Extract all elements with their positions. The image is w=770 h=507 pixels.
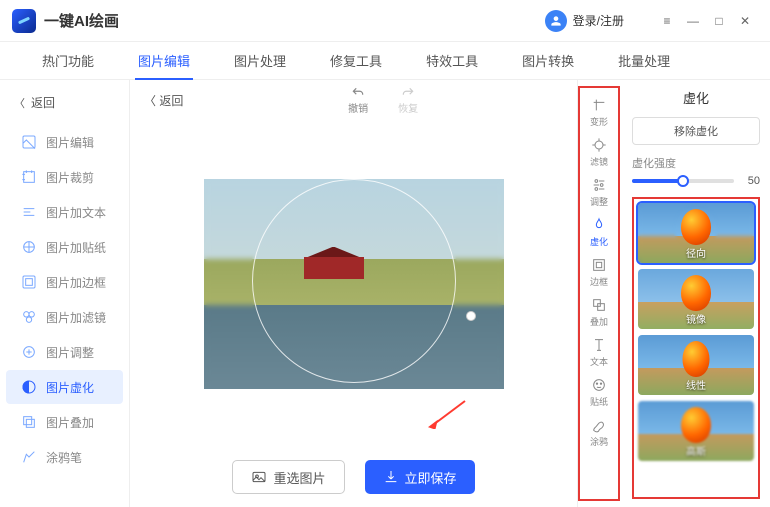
tab-6[interactable]: 批量处理 [596,42,692,80]
tab-5[interactable]: 图片转换 [500,42,596,80]
sidebar-item-5[interactable]: 图片加滤镜 [6,300,123,334]
tool-8[interactable]: 涂鸦 [582,414,616,451]
sidebar-icon [20,238,38,256]
tab-4[interactable]: 特效工具 [404,42,500,80]
close-icon[interactable]: ✕ [732,8,758,34]
tool-2[interactable]: 调整 [582,174,616,211]
tool-4[interactable]: 边框 [582,254,616,291]
sidebar-icon [20,343,38,361]
preset-3[interactable]: 高斯 [638,401,754,461]
sidebar-back[interactable]: 〈返回 [0,88,129,117]
sidebar-icon [20,413,38,431]
tool-6[interactable]: 文本 [582,334,616,371]
maximize-icon[interactable]: □ [706,8,732,34]
tool-3[interactable]: 虚化 [582,214,616,251]
reselect-button[interactable]: 重选图片 [232,460,344,494]
tool-7[interactable]: 贴纸 [582,374,616,411]
sidebar-item-3[interactable]: 图片加贴纸 [6,230,123,264]
annotation-arrow [427,399,467,429]
remove-blur-button[interactable]: 移除虚化 [632,117,760,145]
app-title: 一键AI绘画 [44,10,545,31]
blur-intensity-slider[interactable] [632,179,734,183]
sidebar-icon [20,133,38,151]
slider-value: 50 [740,175,760,187]
sidebar-item-9[interactable]: 涂鸦笔 [6,440,123,474]
app-logo [12,9,36,33]
sidebar-icon [20,448,38,466]
panel-title: 虚化 [632,88,760,107]
slider-label: 虚化强度 [632,155,760,171]
sidebar-icon [20,203,38,221]
editor-back[interactable]: 〈 返回 [144,92,183,109]
login-link[interactable]: 登录/注册 [573,12,624,29]
sidebar-icon [20,273,38,291]
sidebar-item-1[interactable]: 图片裁剪 [6,160,123,194]
sidebar-item-6[interactable]: 图片调整 [6,335,123,369]
undo-button[interactable]: 撤销 [348,86,368,115]
sidebar-icon [20,308,38,326]
preset-2[interactable]: 线性 [638,335,754,395]
preset-0[interactable]: 径向 [638,203,754,263]
image-canvas[interactable] [204,179,504,389]
sidebar-item-2[interactable]: 图片加文本 [6,195,123,229]
chevron-left-icon: 〈 [144,94,159,108]
menu-icon[interactable]: ≡ [654,8,680,34]
blur-focus-ring[interactable] [252,179,456,383]
save-button[interactable]: 立即保存 [365,460,475,494]
tab-0[interactable]: 热门功能 [20,42,116,80]
avatar[interactable] [545,10,567,32]
tab-3[interactable]: 修复工具 [308,42,404,80]
chevron-left-icon: 〈 [14,95,25,111]
tool-0[interactable]: 变形 [582,94,616,131]
drag-handle[interactable] [466,311,476,321]
sidebar-icon [20,378,38,396]
tool-1[interactable]: 滤镜 [582,134,616,171]
minimize-icon[interactable]: — [680,8,706,34]
sidebar-item-8[interactable]: 图片叠加 [6,405,123,439]
preset-1[interactable]: 镜像 [638,269,754,329]
redo-button[interactable]: 恢复 [398,86,418,115]
sidebar-item-0[interactable]: 图片编辑 [6,125,123,159]
sidebar-item-7[interactable]: 图片虚化 [6,370,123,404]
sidebar-icon [20,168,38,186]
tool-5[interactable]: 叠加 [582,294,616,331]
tab-2[interactable]: 图片处理 [212,42,308,80]
tab-1[interactable]: 图片编辑 [116,42,212,80]
sidebar-item-4[interactable]: 图片加边框 [6,265,123,299]
